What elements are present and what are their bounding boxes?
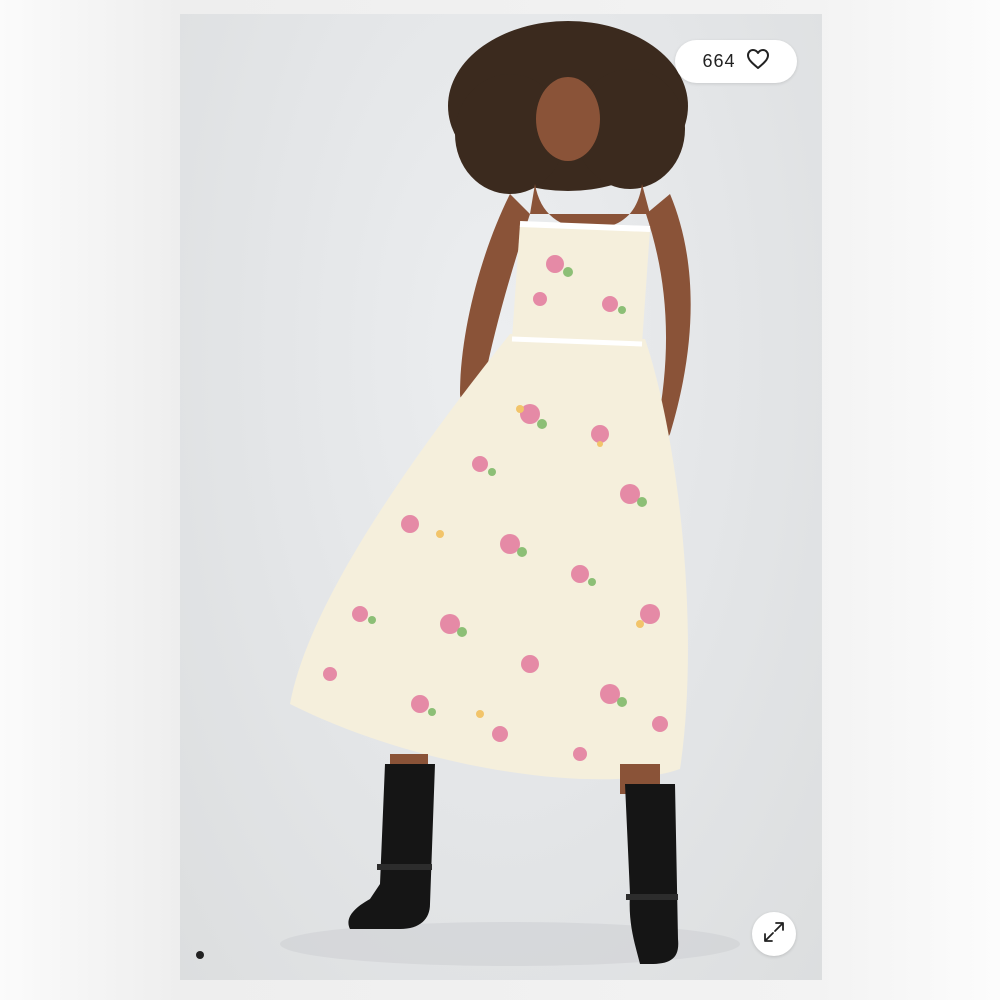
heart-icon — [746, 48, 770, 75]
expand-image-button[interactable] — [752, 912, 796, 956]
model-photo — [280, 21, 740, 966]
like-count: 664 — [702, 51, 736, 71]
expand-arrows-icon — [762, 920, 786, 949]
like-button[interactable]: 664 — [675, 40, 797, 83]
carousel-indicator-dot[interactable] — [196, 951, 204, 959]
listing-photo[interactable] — [180, 14, 822, 980]
